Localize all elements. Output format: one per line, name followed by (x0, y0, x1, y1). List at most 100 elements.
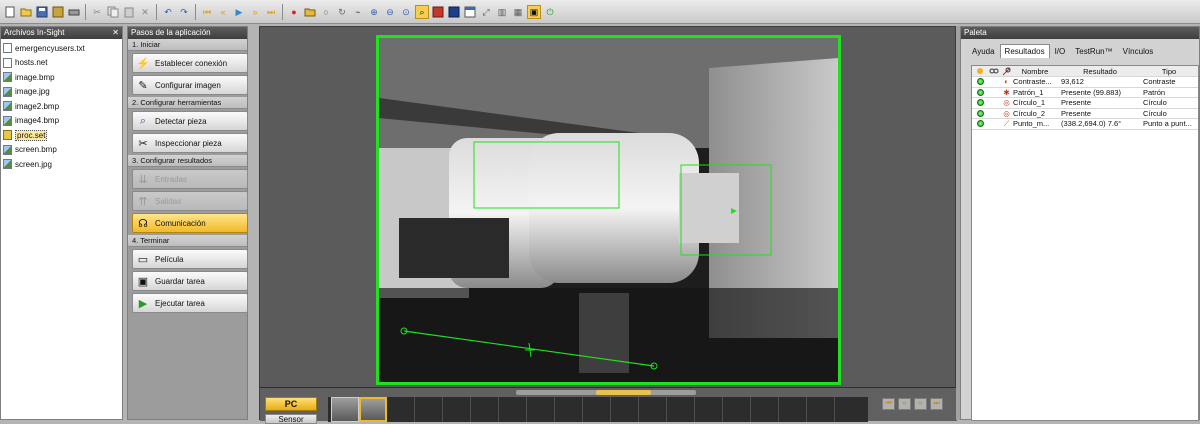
histogram-icon[interactable]: ▥ (495, 5, 509, 19)
record-icon[interactable]: ● (287, 5, 301, 19)
paste-icon[interactable] (122, 5, 136, 19)
new-icon[interactable] (3, 5, 17, 19)
step-button[interactable]: ▶Ejecutar tarea (132, 293, 248, 313)
step-button[interactable]: ▭Película (132, 249, 248, 269)
image-mode-icon[interactable] (431, 5, 445, 19)
step-button[interactable]: ✎Configurar imagen (132, 75, 248, 95)
sensor-button[interactable]: Sensor (265, 414, 317, 424)
film-previous-icon[interactable]: « (898, 398, 911, 410)
table-row[interactable]: ✱Patrón_1Presente (99.883)Patrón (972, 88, 1198, 99)
visibility-column-icon[interactable] (988, 67, 1000, 75)
file-item[interactable]: hosts.net (1, 56, 122, 71)
file-item[interactable]: screen.bmp (1, 143, 122, 158)
status-column-icon[interactable] (972, 67, 988, 75)
file-item[interactable]: image4.bmp (1, 114, 122, 129)
delete-icon[interactable]: ✕ (138, 5, 152, 19)
film-first-icon[interactable]: ⏮ (882, 398, 895, 410)
zoom-in-icon[interactable]: ⊕ (367, 5, 381, 19)
step-button[interactable]: ⚡Establecer conexión (132, 53, 248, 73)
type-cell: Círculo (1139, 98, 1195, 107)
camera-icon[interactable]: ▣ (527, 5, 541, 19)
window-icon[interactable] (463, 5, 477, 19)
status-cell (972, 78, 988, 85)
film-slot (555, 397, 583, 422)
table-row[interactable]: ◎Círculo_1PresenteCírculo (972, 98, 1198, 109)
film-thumbnail[interactable] (331, 397, 359, 422)
save-all-icon[interactable] (51, 5, 65, 19)
tools-icon: ✂ (135, 135, 151, 151)
resize-icon[interactable]: ⤢ (479, 5, 493, 19)
text-file-icon (3, 58, 12, 68)
undo-icon[interactable]: ↶ (161, 5, 175, 19)
circle-tool-icon[interactable]: ○ (319, 5, 333, 19)
zoom-active-icon[interactable]: ⌕ (415, 5, 429, 19)
steps-panel: Pasos de la aplicación 1. Iniciar⚡Establ… (127, 26, 248, 420)
film-last-icon[interactable]: ⏭ (930, 398, 943, 410)
table-row[interactable]: ◎Círculo_2PresenteCírculo (972, 109, 1198, 120)
open-image-icon[interactable] (303, 5, 317, 19)
last-icon[interactable]: ⏭ (264, 5, 278, 19)
grid-icon[interactable]: ▦ (511, 5, 525, 19)
tool-column-icon[interactable] (1000, 67, 1013, 76)
cut-icon[interactable]: ✂ (90, 5, 104, 19)
result-column-header[interactable]: Resultado (1057, 67, 1139, 76)
contrast-tool-icon: ◐ (1000, 77, 1013, 86)
image-display-area: PC Sensor ⏮ « » ⏭ (259, 26, 956, 420)
image-icon[interactable] (447, 5, 461, 19)
table-row[interactable]: ⟋Punto_m...(338.2,694.0) 7.6°Punto a pun… (972, 119, 1198, 130)
pc-button[interactable]: PC (265, 397, 317, 411)
online-icon[interactable]: ⏻ (543, 5, 557, 19)
palette-title: Paleta (961, 27, 1199, 39)
filmstrip-scrollbar[interactable] (516, 390, 696, 395)
camera-image[interactable] (376, 35, 841, 385)
previous-icon[interactable]: « (216, 5, 230, 19)
file-item[interactable]: screen.jpg (1, 157, 122, 172)
file-item[interactable]: image.bmp (1, 70, 122, 85)
step-button-label: Ejecutar tarea (155, 299, 205, 308)
table-row[interactable]: ◐Contraste...93,612Contraste (972, 77, 1198, 88)
status-cell (972, 120, 988, 127)
type-column-header[interactable]: Tipo (1139, 67, 1195, 76)
pass-status-icon (977, 78, 984, 85)
tool-name-cell: Punto_m... (1013, 119, 1057, 128)
link-icon[interactable]: ⌁ (351, 5, 365, 19)
film-next-icon[interactable]: » (914, 398, 927, 410)
zoom-out-icon[interactable]: ⊖ (383, 5, 397, 19)
step-button-label: Película (155, 255, 183, 264)
file-item[interactable]: image.jpg (1, 85, 122, 100)
film-slot (639, 397, 667, 422)
zoom-fit-icon[interactable]: ⊙ (399, 5, 413, 19)
file-item[interactable]: proc.set (1, 128, 122, 143)
play-icon[interactable]: ▶ (232, 5, 246, 19)
scrollbar-thumb[interactable] (596, 390, 651, 395)
file-item[interactable]: image2.bmp (1, 99, 122, 114)
step-button[interactable]: ⌕Detectar pieza (132, 111, 248, 131)
close-icon[interactable]: ✕ (112, 27, 119, 39)
step-button[interactable]: ☊Comunicación (132, 213, 248, 233)
rotate-icon[interactable]: ↻ (335, 5, 349, 19)
steps-body: 1. Iniciar⚡Establecer conexión✎Configura… (128, 39, 247, 313)
file-item[interactable]: emergencyusers.txt (1, 41, 122, 56)
palette-tab[interactable]: I/O (1050, 44, 1071, 58)
redo-icon[interactable]: ↷ (177, 5, 191, 19)
palette-tab[interactable]: TestRun™ (1070, 44, 1117, 58)
save-icon[interactable] (35, 5, 49, 19)
palette-tab[interactable]: Ayuda (967, 44, 1000, 58)
print-icon[interactable] (67, 5, 81, 19)
outputs-icon: ⇈ (135, 193, 151, 209)
next-icon[interactable]: » (248, 5, 262, 19)
first-icon[interactable]: ⏮ (200, 5, 214, 19)
step-button[interactable]: ✂Inspeccionar pieza (132, 133, 248, 153)
open-icon[interactable] (19, 5, 33, 19)
film-thumbnail-selected[interactable] (359, 397, 387, 422)
tool-name-cell: Círculo_1 (1013, 98, 1057, 107)
palette-tab[interactable]: Vínculos (1118, 44, 1159, 58)
palette-tab[interactable]: Resultados (1000, 44, 1050, 58)
image-setup-icon: ✎ (135, 77, 151, 93)
step-group-heading: 2. Configurar herramientas (128, 97, 247, 109)
file-name: screen.jpg (15, 160, 52, 169)
name-column-header[interactable]: Nombre (1013, 67, 1057, 76)
copy-icon[interactable] (106, 5, 120, 19)
step-group-heading: 3. Configurar resultados (128, 155, 247, 167)
step-button[interactable]: ▣Guardar tarea (132, 271, 248, 291)
